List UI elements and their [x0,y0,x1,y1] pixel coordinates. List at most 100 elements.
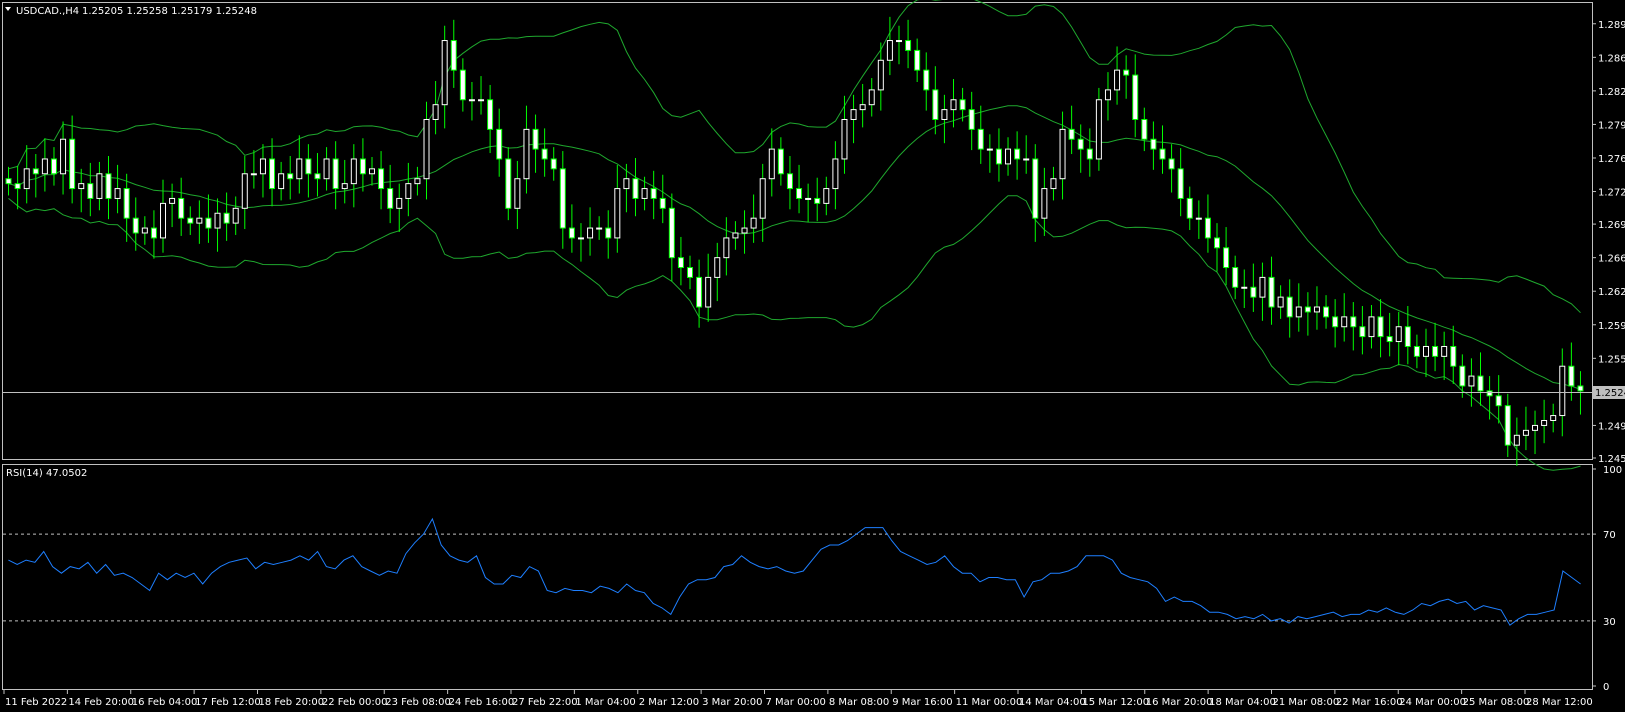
candle-body [432,104,439,120]
candle-body [1577,385,1584,392]
candle-body [905,40,912,51]
candle-body [1341,316,1348,328]
candle-body [786,173,793,190]
candle-body [877,59,884,91]
rsi-pane[interactable] [2,464,1593,690]
candle-body [1268,276,1275,308]
candle-body [60,138,67,175]
candle-body [832,158,839,190]
time-tick-label: 16 Mar 20:00 [1146,697,1213,708]
candle-body [1450,345,1457,367]
candle-body [1032,158,1039,219]
time-tick-label: 24 Mar 00:00 [1399,697,1466,708]
time-axis[interactable]: 11 Feb 2022 14 Feb 20:0016 Feb 04:0017 Fe… [3,690,1593,708]
candle-body [232,207,239,224]
price-tick-label: 1.25580 [1598,354,1625,365]
candle-body [605,227,612,239]
time-tick-label: 17 Feb 12:00 [195,697,261,708]
candle-body [78,183,85,190]
candle-body [505,158,512,209]
candle-body [396,197,403,209]
candle-body [169,197,176,204]
candle-body [986,148,993,151]
candle-body [641,188,648,199]
candle-body [305,158,312,175]
candle-body [1159,148,1166,160]
candle-body [32,168,39,175]
candle-body [568,227,575,239]
time-tick-label: 1 Mar 04:00 [575,697,635,708]
rsi-indicator [3,517,1592,626]
candle-body [87,183,94,199]
candle-body [1277,296,1284,308]
candle-body [805,197,812,200]
candle-body [105,173,112,199]
candle-body [1195,217,1202,220]
rsi-tick-label: 70 [1603,530,1616,541]
candle-body [1504,405,1511,446]
candle-body [278,173,285,190]
chevron-down-icon[interactable] [5,7,11,11]
candle-body [196,217,203,224]
candle-body [5,178,12,185]
candle-body [968,109,975,130]
candle-body [1359,326,1366,338]
candles [5,16,1584,466]
candle-body [796,188,803,199]
time-tick-label: 22 Mar 16:00 [1336,697,1403,708]
price-tick-label: 1.26600 [1598,254,1625,265]
candle-body [841,118,848,160]
candle-body [1104,89,1111,101]
time-tick-label: 27 Feb 22:00 [512,697,578,708]
price-tick-label: 1.28290 [1598,87,1625,98]
time-tick-label: 14 Feb 20:00 [68,697,134,708]
candle-body [1386,336,1393,343]
candle-body [250,173,257,176]
candle-body [241,173,248,209]
candle-body [587,227,594,239]
candle-body [759,178,766,219]
candle-body [1368,316,1375,338]
candle-body [23,168,30,190]
candle-body [423,118,430,180]
candle-body [14,183,21,190]
candle-body [659,197,666,209]
candle-body [523,128,530,180]
candle-body [1150,138,1157,150]
candle-body [632,178,639,199]
candle-body [705,276,712,308]
candle-body [914,49,921,71]
candle-body [1286,296,1293,318]
candle-body [941,109,948,120]
time-tick-label: 24 Feb 16:00 [449,697,515,708]
candle-body [1313,306,1320,313]
candle-body [1541,419,1548,426]
candle-body [923,69,930,91]
candle-body [823,188,830,204]
candle-body [514,178,521,209]
candle-body [741,227,748,234]
price-tick-label: 1.27270 [1598,188,1625,199]
candle-body [287,173,294,180]
candle-body [1259,276,1266,298]
candle-body [1077,138,1084,150]
price-pane[interactable] [2,2,1593,460]
trading-chart[interactable]: 1.28970 1.28630 1.28290 1.27950 1.27610 1.272… [0,0,1625,712]
candle-body [1495,395,1502,407]
rsi-axis[interactable]: 100 70 30 0 [1592,465,1622,693]
candle-body [723,237,730,259]
candle-body [405,183,412,199]
candle-body [41,158,48,175]
candle-body [1132,74,1139,120]
candle-body [868,89,875,106]
time-tick-label: 9 Mar 16:00 [892,697,952,708]
candle-body [677,257,684,269]
candle-body [559,168,566,229]
time-tick-label: 18 Mar 04:00 [1209,697,1276,708]
candle-body [178,197,185,219]
candle-body [1468,375,1475,387]
time-tick-label: 22 Feb 00:00 [322,697,388,708]
candle-body [1086,148,1093,160]
candle-body [368,168,375,175]
candle-body [1404,326,1411,347]
